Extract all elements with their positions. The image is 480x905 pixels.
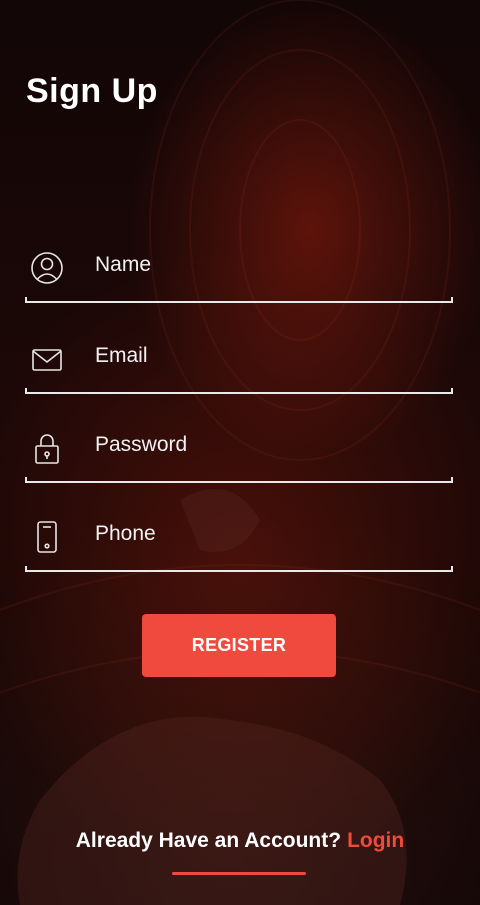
user-circle-icon — [31, 251, 63, 285]
name-field-group — [25, 237, 453, 303]
password-input[interactable] — [95, 429, 445, 461]
phone-field-group — [25, 506, 453, 572]
register-button[interactable]: REGISTER — [142, 614, 336, 677]
name-input[interactable] — [95, 249, 445, 281]
login-link[interactable]: Login — [347, 829, 404, 852]
login-prompt-text: Already Have an Account? — [75, 829, 342, 852]
email-field-group — [25, 328, 453, 394]
email-underline — [25, 388, 453, 394]
password-field-group — [25, 417, 453, 483]
phone-input[interactable] — [95, 518, 445, 550]
login-prompt: Already Have an Account? Login — [0, 829, 480, 853]
phone-underline — [25, 566, 453, 572]
name-underline — [25, 297, 453, 303]
email-input[interactable] — [95, 340, 445, 372]
envelope-icon — [31, 342, 63, 376]
password-underline — [25, 477, 453, 483]
lock-icon — [31, 431, 63, 465]
phone-icon — [31, 520, 63, 554]
page-title: Sign Up — [26, 72, 158, 110]
footer-accent-bar — [172, 872, 306, 875]
